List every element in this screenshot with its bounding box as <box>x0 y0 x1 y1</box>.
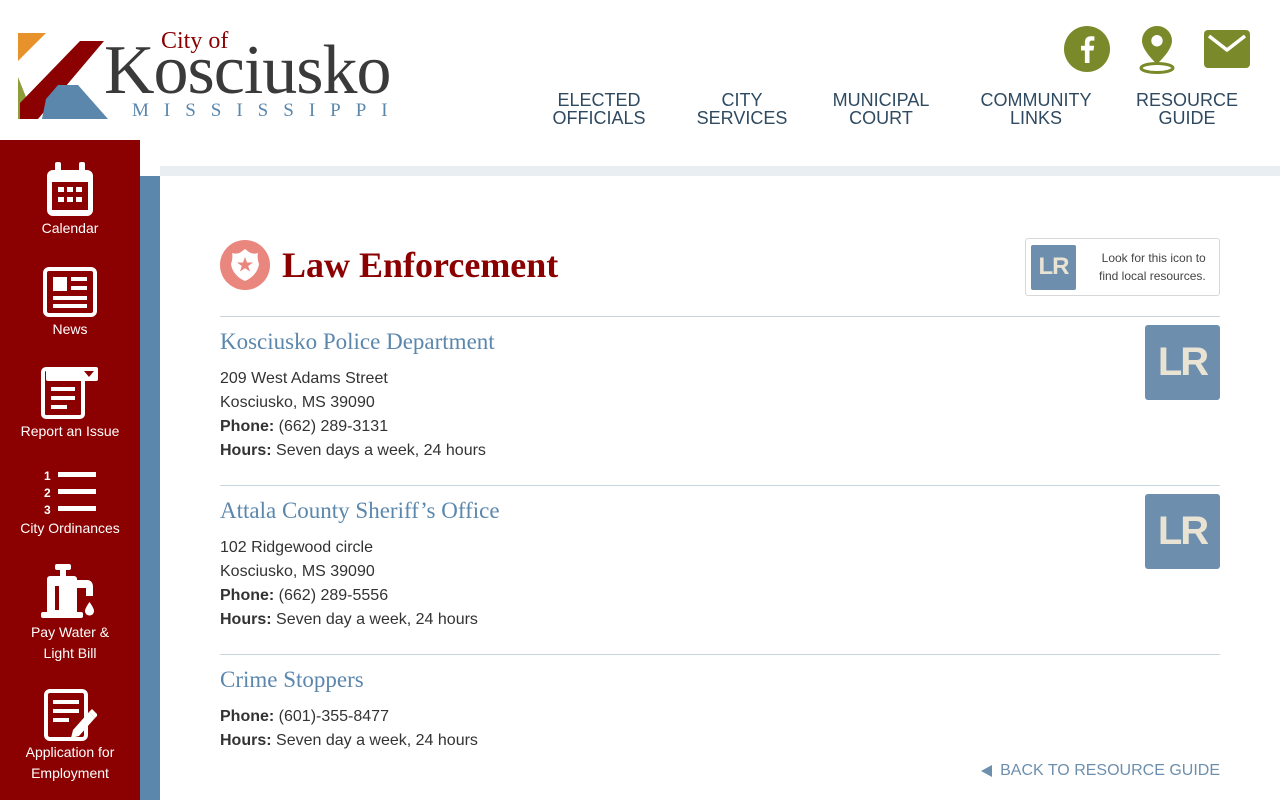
sidebar-item-city-ordinances[interactable]: 1 2 3 City Ordinances <box>0 468 140 539</box>
sidebar-item-calendar[interactable]: Calendar <box>0 162 140 239</box>
phone-value[interactable]: (662) 289-5556 <box>279 587 388 604</box>
application-form-icon <box>44 689 97 741</box>
entry-title[interactable]: Crime Stoppers <box>220 667 364 693</box>
entry-address-line1: 209 West Adams Street <box>220 370 388 387</box>
envelope-icon[interactable] <box>1202 24 1252 74</box>
entry-phone: Phone: (601)-355-8477 <box>220 705 389 729</box>
resource-entry: Attala County Sheriff’s Office 102 Ridge… <box>220 485 1220 654</box>
back-link-label: BACK TO RESOURCE GUIDE <box>1000 762 1220 779</box>
decorative-top-stripe <box>160 166 1280 176</box>
nav-municipal-court[interactable]: MUNICIPAL COURT <box>814 91 948 127</box>
sidebar-item-label: Report an Issue <box>20 423 120 439</box>
city-logo[interactable]: City of Kosciusko MISSISSIPPI <box>18 28 418 123</box>
entry-hours: Hours: Seven day a week, 24 hours <box>220 608 478 632</box>
calendar-icon <box>47 162 93 216</box>
local-resource-badge: LR <box>1145 325 1220 400</box>
hours-value: Seven days a week, 24 hours <box>276 442 486 459</box>
page-title: Law Enforcement <box>282 245 559 285</box>
phone-value[interactable]: (662) 289-3131 <box>279 418 388 435</box>
phone-label: Phone: <box>220 587 275 604</box>
site-header: City of Kosciusko MISSISSIPPI ELECTED OF… <box>0 0 1280 140</box>
phone-label: Phone: <box>220 418 275 435</box>
local-resource-legend: LR Look for this icon to find local reso… <box>1025 238 1220 296</box>
nav-community-links[interactable]: COMMUNITY LINKS <box>948 91 1124 127</box>
sidebar-item-label-line2: Employment <box>31 765 109 781</box>
sidebar-item-label: Calendar <box>41 220 99 236</box>
nav-elected-officials[interactable]: ELECTED OFFICIALS <box>528 91 670 127</box>
back-arrow-icon <box>981 765 993 777</box>
legend-text: Look for this icon to find local resourc… <box>1099 251 1206 283</box>
svg-text:1: 1 <box>44 469 51 483</box>
entry-address-line2: Kosciusko, MS 39090 <box>220 563 375 580</box>
resource-entry: Crime Stoppers Phone: (601)-355-8477 Hou… <box>220 654 1220 764</box>
numbered-list-icon: 1 2 3 <box>44 469 96 517</box>
page-heading: Law Enforcement <box>220 240 558 290</box>
facebook-icon[interactable] <box>1062 24 1112 74</box>
entry-phone: Phone: (662) 289-5556 <box>220 584 388 608</box>
entry-address-line2: Kosciusko, MS 39090 <box>220 394 375 411</box>
sidebar-item-label: Application for <box>25 744 115 760</box>
svg-text:2: 2 <box>44 486 51 500</box>
main-content: Law Enforcement LR Look for this icon to… <box>160 176 1280 800</box>
phone-value[interactable]: (601)-355-8477 <box>279 708 389 725</box>
local-resource-badge: LR <box>1145 494 1220 569</box>
local-resource-badge: LR <box>1031 244 1076 290</box>
sidebar-item-employment-application[interactable]: Application for Employment <box>0 688 140 784</box>
hours-label: Hours: <box>220 732 272 749</box>
sidebar-item-label: News <box>52 321 88 337</box>
social-links <box>1062 24 1252 74</box>
entry-address-line1: 102 Ridgewood circle <box>220 539 373 556</box>
phone-label: Phone: <box>220 708 275 725</box>
entry-phone: Phone: (662) 289-3131 <box>220 415 388 439</box>
hours-value: Seven day a week, 24 hours <box>276 611 478 628</box>
sidebar-item-report-issue[interactable]: Report an Issue <box>0 365 140 442</box>
map-pin-icon[interactable] <box>1132 24 1182 74</box>
quick-links-sidebar: Calendar News Report an Issue 1 2 3 City… <box>0 140 140 800</box>
report-form-icon <box>41 367 98 419</box>
main-navigation: ELECTED OFFICIALS CITY SERVICES MUNICIPA… <box>528 91 1250 127</box>
hours-label: Hours: <box>220 611 272 628</box>
sidebar-item-label-line2: Light Bill <box>43 645 97 661</box>
newspaper-icon <box>43 267 97 317</box>
police-badge-icon <box>220 240 270 290</box>
logo-city-name: Kosciusko <box>104 32 392 109</box>
svg-text:3: 3 <box>44 503 51 517</box>
nav-city-services[interactable]: CITY SERVICES <box>670 91 814 127</box>
sidebar-item-label: City Ordinances <box>20 520 120 536</box>
sidebar-item-label: Pay Water & <box>30 624 110 640</box>
decorative-side-stripe <box>140 176 160 800</box>
entry-hours: Hours: Seven day a week, 24 hours <box>220 729 478 753</box>
resource-entry: Kosciusko Police Department 209 West Ada… <box>220 316 1220 485</box>
faucet-icon <box>41 564 94 618</box>
entry-hours: Hours: Seven days a week, 24 hours <box>220 439 486 463</box>
logo-state: MISSISSIPPI <box>132 100 403 121</box>
sidebar-item-news[interactable]: News <box>0 267 140 340</box>
entry-title[interactable]: Attala County Sheriff’s Office <box>220 498 500 524</box>
sidebar-item-pay-water-light[interactable]: Pay Water & Light Bill <box>0 564 140 664</box>
entry-title[interactable]: Kosciusko Police Department <box>220 329 495 355</box>
hours-label: Hours: <box>220 442 272 459</box>
back-to-resource-guide-link[interactable]: BACK TO RESOURCE GUIDE <box>981 762 1220 780</box>
logo-k-mark-icon <box>18 33 108 119</box>
hours-value: Seven day a week, 24 hours <box>276 732 478 749</box>
nav-resource-guide[interactable]: RESOURCE GUIDE <box>1124 91 1250 127</box>
